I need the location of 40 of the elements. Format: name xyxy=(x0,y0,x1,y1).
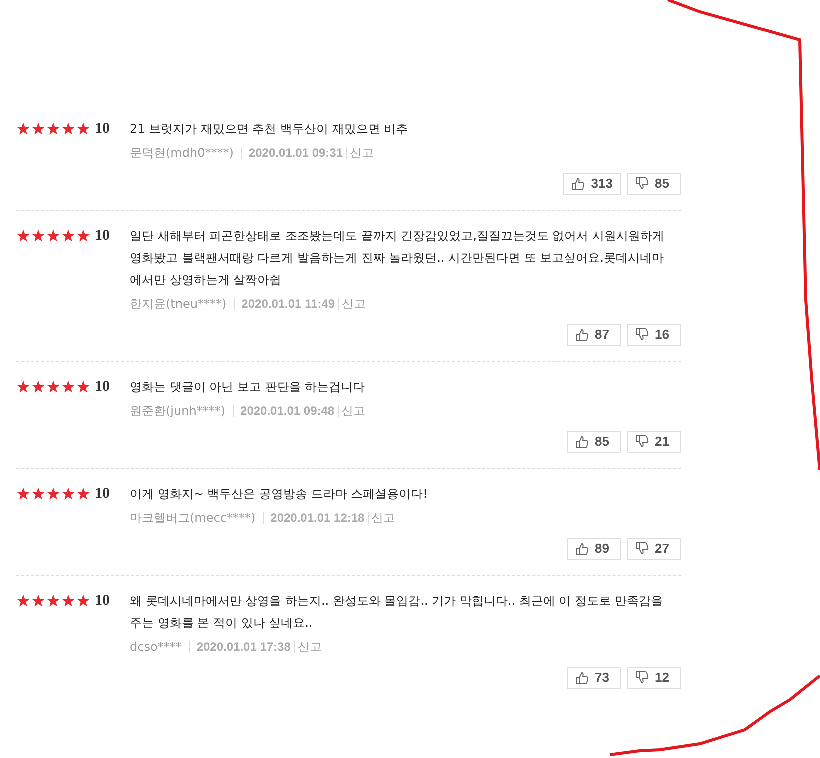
thumbs-down-icon xyxy=(635,328,650,342)
author-name: dcso**** xyxy=(130,639,182,656)
dislike-button[interactable]: 16 xyxy=(627,324,681,346)
dislike-button[interactable]: 85 xyxy=(627,173,681,195)
review-text: 영화는 댓글이 아닌 보고 판단을 하는겁니다 xyxy=(130,379,366,396)
review-text: 일단 새해부터 피곤한상태로 조조봤는데도 끝까지 긴장감있었고,질질끄는것도 없어서 시원시원하게 영화봤고 블랙팬서때랑 다르게 발음하는게 진짜 놀라웠던.. 시간만된다면 또 보고싶어요.롯데시네마에서만 상영하는게 살짝아쉽 xyxy=(130,228,666,289)
thumbs-down-icon xyxy=(635,176,650,192)
dislike-button[interactable]: 21 xyxy=(627,431,681,453)
review-date: 2020.01.01 12:18 xyxy=(270,510,365,527)
review-date: 2020.01.01 09:48 xyxy=(240,403,335,420)
author-name: 한지윤(tneu****) xyxy=(130,296,227,313)
review-text: 왜 롯데시네마에서만 상영을 하는지.. 완성도와 몰입감.. 기가 막힙니다.. 최근에 이 정도로 만족감을 주는 영화를 본 적이 있나 싶네요.. xyxy=(130,593,664,632)
rating-score: 10 xyxy=(95,120,110,139)
like-button[interactable]: 73 xyxy=(567,667,621,689)
thumbs-down-icon xyxy=(635,670,650,686)
dislike-button[interactable]: 27 xyxy=(627,538,681,560)
author-name: 원준환(junh****) xyxy=(130,403,226,420)
thumbs-up-icon xyxy=(571,176,586,192)
author-name: 문덕현(mdh0****) xyxy=(130,145,234,162)
thumbs-down-icon xyxy=(635,542,650,556)
thumbs-up-icon xyxy=(575,328,590,342)
author-name: 마크헬버그(mecc****) xyxy=(130,510,256,527)
like-button[interactable]: 89 xyxy=(567,538,621,560)
dislike-button[interactable]: 12 xyxy=(627,667,681,689)
review-date: 2020.01.01 17:38 xyxy=(196,639,291,656)
rating-score: 10 xyxy=(95,484,110,504)
thumbs-up-icon xyxy=(575,434,590,450)
like-button[interactable]: 87 xyxy=(567,324,621,346)
thumbs-up-icon xyxy=(575,542,590,556)
review-text: 21 브럿지가 재밌으면 추천 백두산이 재밌으면 비추 xyxy=(130,121,410,138)
rating-score: 10 xyxy=(95,226,110,246)
like-button[interactable]: 85 xyxy=(567,431,621,453)
review-date: 2020.01.01 09:31 xyxy=(248,145,344,162)
review-date: 2020.01.01 11:49 xyxy=(242,296,336,313)
review-text: 이게 영화지~ 백두산은 공영방송 드라마 스페셜용이다! xyxy=(130,486,429,503)
thumbs-up-icon xyxy=(575,670,590,686)
thumbs-down-icon xyxy=(635,434,650,450)
rating-score: 10 xyxy=(95,378,110,397)
rating-score: 10 xyxy=(95,592,110,611)
like-button[interactable]: 313 xyxy=(563,173,621,195)
